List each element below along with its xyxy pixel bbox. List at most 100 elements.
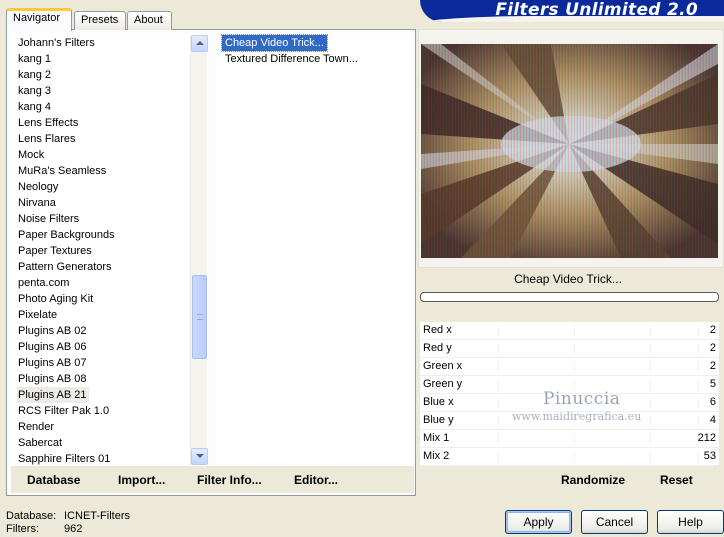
filter-info-button[interactable]: Filter Info...	[197, 473, 262, 487]
category-item[interactable]: Pattern Generators	[17, 259, 114, 275]
randomize-button[interactable]: Randomize	[561, 473, 625, 487]
slider-tick	[698, 380, 699, 390]
database-button[interactable]: Database	[27, 473, 80, 487]
category-scrollbar[interactable]	[190, 35, 208, 465]
selected-filter-name: Cheap Video Trick...	[514, 272, 622, 286]
slider-thumb[interactable]	[475, 455, 489, 462]
category-item[interactable]: Mock	[17, 147, 46, 163]
apply-button[interactable]: Apply	[505, 510, 572, 534]
grip-icon	[197, 314, 203, 320]
tab-presets[interactable]: Presets	[74, 11, 126, 30]
parameter-label: Mix 2	[423, 450, 450, 462]
category-item[interactable]: Neology	[17, 179, 60, 195]
cancel-button[interactable]: Cancel	[581, 510, 648, 534]
slider-tick	[698, 362, 699, 372]
slider-tick	[698, 398, 699, 408]
slider-track[interactable]	[498, 430, 718, 448]
preview-image	[421, 44, 718, 258]
slider-tick	[574, 452, 575, 462]
category-item[interactable]: Paper Backgrounds	[17, 227, 117, 243]
database-label: Database:	[6, 510, 57, 522]
app-title: Filters Unlimited 2.0	[495, 0, 698, 20]
category-item[interactable]: kang 2	[17, 67, 53, 83]
reset-button[interactable]: Reset	[660, 473, 693, 487]
parameter-value: 2	[709, 324, 716, 336]
editor-button[interactable]: Editor...	[294, 473, 338, 487]
category-item[interactable]: kang 1	[17, 51, 53, 67]
category-item[interactable]: RCS Filter Pak 1.0	[17, 403, 111, 419]
slider-tick	[498, 434, 499, 444]
category-item[interactable]: Plugins AB 02	[17, 323, 89, 339]
category-item[interactable]: Lens Flares	[17, 131, 77, 147]
filters-count: 962	[64, 523, 83, 535]
slider-track[interactable]	[498, 340, 718, 358]
category-item[interactable]: Render	[17, 419, 56, 435]
scroll-thumb[interactable]	[192, 275, 207, 359]
scroll-down-button[interactable]	[191, 448, 208, 465]
category-item[interactable]: kang 3	[17, 83, 53, 99]
slider-track[interactable]	[498, 322, 718, 340]
database-value: ICNET-Filters	[64, 510, 130, 522]
category-item[interactable]: Sapphire Filters 01	[17, 451, 112, 465]
parameter-label: Green y	[423, 378, 463, 390]
slider-tick	[498, 452, 499, 462]
category-item[interactable]: Nirvana	[17, 195, 58, 211]
import-button[interactable]: Import...	[118, 473, 165, 487]
category-item[interactable]: MuRa's Seamless	[17, 163, 108, 179]
parameter-label: Blue y	[423, 414, 454, 426]
category-item[interactable]: penta.com	[17, 275, 71, 291]
tab-navigator[interactable]: Navigator	[6, 8, 72, 31]
slider-tick	[650, 326, 651, 336]
filter-list[interactable]: Cheap Video Trick... Textured Difference …	[216, 33, 412, 465]
slider-tick	[498, 344, 499, 354]
parameter-label: Blue x	[423, 396, 454, 408]
filters-label: Filters:	[6, 523, 39, 535]
parameter-value: 212	[697, 432, 716, 444]
category-item[interactable]: Lens Effects	[17, 115, 80, 131]
slider-tick	[498, 380, 499, 390]
slider-tick	[650, 416, 651, 426]
category-item[interactable]: Johann's Filters	[17, 35, 97, 51]
parameter-button-bar: Randomize Reset	[418, 466, 724, 493]
category-item[interactable]: Plugins AB 07	[17, 355, 89, 371]
scroll-up-button[interactable]	[191, 35, 208, 52]
help-button[interactable]: Help	[657, 510, 724, 534]
category-item[interactable]: Sabercat	[17, 435, 64, 451]
parameter-label: Green x	[423, 360, 463, 372]
category-list[interactable]: Johann's Filters kang 1 kang 2 kang 3 kang 4…	[11, 33, 208, 465]
parameter-value: 53	[703, 450, 716, 462]
category-item[interactable]: kang 4	[17, 99, 53, 115]
parameter-value: 6	[709, 396, 716, 408]
parameter-slider[interactable]: Red y 2	[420, 340, 719, 358]
category-item[interactable]: Paper Textures	[17, 243, 94, 259]
category-item[interactable]: Plugins AB 21	[17, 387, 89, 403]
slider-tick	[650, 434, 651, 444]
slider-track[interactable]	[498, 358, 718, 376]
slider-track[interactable]	[498, 448, 718, 466]
slider-tick	[574, 326, 575, 336]
parameter-value: 5	[709, 378, 716, 390]
navigator-button-bar: Database Import... Filter Info... Editor…	[11, 466, 414, 493]
category-item[interactable]: Noise Filters	[17, 211, 81, 227]
filter-item[interactable]: Cheap Video Trick...	[221, 34, 328, 52]
title-banner: Filters Unlimited 2.0	[420, 0, 724, 22]
parameter-slider[interactable]: Green x 2	[420, 358, 719, 376]
parameter-label: Red y	[423, 342, 452, 354]
chevron-down-icon	[196, 454, 204, 458]
slider-thumb[interactable]	[661, 437, 675, 444]
slider-tick	[650, 362, 651, 372]
tab-about[interactable]: About	[127, 11, 172, 30]
filter-item[interactable]: Textured Difference Town...	[222, 51, 361, 67]
slider-tick	[698, 416, 699, 426]
category-item[interactable]: Pixelate	[17, 307, 59, 323]
progress-bar	[420, 292, 719, 302]
slider-tick	[650, 380, 651, 390]
category-item[interactable]: Plugins AB 06	[17, 339, 89, 355]
parameter-slider[interactable]: Mix 2 53	[420, 448, 719, 466]
slider-tick	[698, 326, 699, 336]
category-item[interactable]: Photo Aging Kit	[17, 291, 95, 307]
slider-tick	[574, 434, 575, 444]
category-item[interactable]: Plugins AB 08	[17, 371, 89, 387]
parameter-slider[interactable]: Red x 2	[420, 322, 719, 340]
slider-tick	[498, 326, 499, 336]
